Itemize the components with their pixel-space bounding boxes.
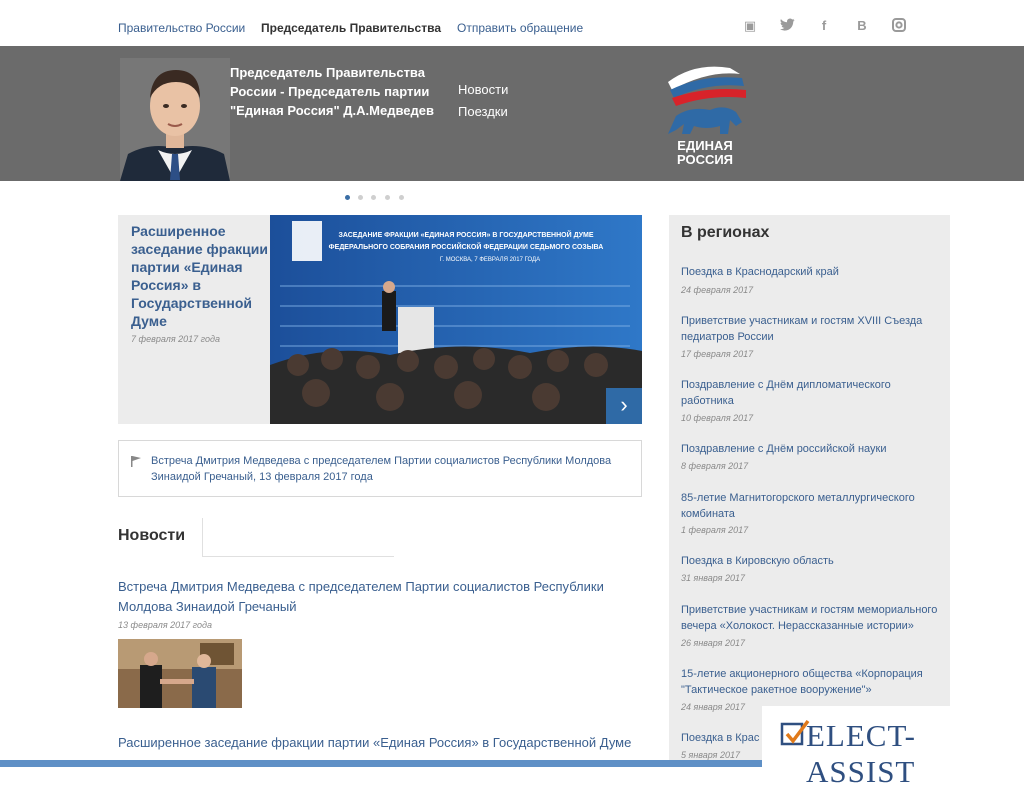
watermark-text: ELECT-ASSIST bbox=[806, 718, 916, 789]
carousel-dot[interactable] bbox=[345, 195, 350, 200]
next-slide-button[interactable]: › bbox=[606, 388, 642, 424]
hero-trips-link[interactable]: Поездки bbox=[458, 104, 508, 119]
notice-link[interactable]: Встреча Дмитрия Медведева с председателе… bbox=[151, 453, 631, 485]
youtube-icon[interactable]: ▣ bbox=[740, 18, 760, 34]
logo-text-line1: ЕДИНАЯ bbox=[677, 138, 732, 153]
facebook-icon[interactable]: f bbox=[814, 18, 834, 33]
region-item-date: 24 февраля 2017 bbox=[681, 285, 754, 295]
news-item-thumbnail[interactable] bbox=[118, 639, 242, 708]
banner-line2: ФЕДЕРАЛЬНОГО СОБРАНИЯ РОССИЙСКОЙ ФЕДЕРАЦ… bbox=[329, 242, 604, 251]
region-item-date: 1 февраля 2017 bbox=[681, 525, 749, 535]
news-item-title[interactable]: Встреча Дмитрия Медведева с председателе… bbox=[118, 577, 638, 617]
region-item-date: 24 января 2017 bbox=[681, 702, 746, 712]
region-item-date: 8 февраля 2017 bbox=[681, 461, 749, 471]
region-item-title[interactable]: Приветствие участникам и гостям мемориал… bbox=[681, 602, 946, 634]
region-item-date: 26 января 2017 bbox=[681, 638, 746, 648]
nav-chairman-link[interactable]: Председатель Правительства bbox=[261, 21, 441, 35]
region-item-title[interactable]: Приветствие участникам и гостям XVIII Съ… bbox=[681, 313, 946, 345]
banner-line3: Г. МОСКВА, 7 ФЕВРАЛЯ 2017 ГОДА bbox=[440, 257, 540, 263]
united-russia-logo[interactable]: ЕДИНАЯ РОССИЯ bbox=[660, 60, 750, 170]
featured-story-image[interactable]: ЗАСЕДАНИЕ ФРАКЦИИ «ЕДИНАЯ РОССИЯ» В ГОСУ… bbox=[270, 215, 642, 424]
news-heading: Новости bbox=[118, 527, 186, 544]
region-item-date: 5 января 2017 bbox=[681, 750, 741, 760]
carousel-dot[interactable] bbox=[358, 195, 363, 200]
vk-icon[interactable]: B bbox=[852, 18, 872, 33]
regions-heading: В регионах bbox=[681, 224, 770, 241]
news-item-date: 13 февраля 2017 года bbox=[118, 620, 212, 630]
hero-title: Председатель Правительства России - Пред… bbox=[230, 65, 434, 118]
region-item-title[interactable]: Поздравление с Днём российской науки bbox=[681, 441, 946, 457]
carousel-dot[interactable] bbox=[399, 195, 404, 200]
flag-icon bbox=[130, 455, 142, 470]
nav-send-appeal-link[interactable]: Отправить обращение bbox=[457, 21, 583, 35]
portrait-image bbox=[120, 58, 230, 181]
region-item-title[interactable]: 15-летие акционерного общества «Корпорац… bbox=[681, 666, 946, 698]
news-underline bbox=[202, 556, 394, 557]
region-item-title[interactable]: 85-летие Магнитогорского металлургическо… bbox=[681, 490, 946, 522]
region-item-title[interactable]: Поездка в Краснодарский край bbox=[681, 264, 946, 280]
carousel-dot[interactable] bbox=[385, 195, 390, 200]
region-item-date: 10 февраля 2017 bbox=[681, 413, 754, 423]
nav-government-link[interactable]: Правительство России bbox=[118, 21, 245, 35]
news-item-title[interactable]: Расширенное заседание фракции партии «Ед… bbox=[118, 733, 638, 753]
region-item-date: 17 февраля 2017 bbox=[681, 349, 754, 359]
featured-story-title[interactable]: Расширенное заседание фракции партии «Ед… bbox=[131, 222, 271, 330]
featured-story-date: 7 февраля 2017 года bbox=[131, 334, 220, 344]
hero-news-link[interactable]: Новости bbox=[458, 82, 508, 97]
bottom-strip bbox=[0, 760, 762, 767]
twitter-icon[interactable] bbox=[777, 18, 797, 34]
carousel-dot[interactable] bbox=[371, 195, 376, 200]
instagram-icon[interactable] bbox=[889, 18, 909, 35]
logo-text-line2: РОССИЯ bbox=[677, 152, 733, 167]
region-item-date: 31 января 2017 bbox=[681, 573, 746, 583]
region-item-title[interactable]: Поездка в Кировскую область bbox=[681, 553, 946, 569]
region-item-title[interactable]: Поздравление с Днём дипломатического раб… bbox=[681, 377, 946, 409]
banner-line1: ЗАСЕДАНИЕ ФРАКЦИИ «ЕДИНАЯ РОССИЯ» В ГОСУ… bbox=[338, 230, 593, 239]
news-divider bbox=[202, 518, 203, 556]
